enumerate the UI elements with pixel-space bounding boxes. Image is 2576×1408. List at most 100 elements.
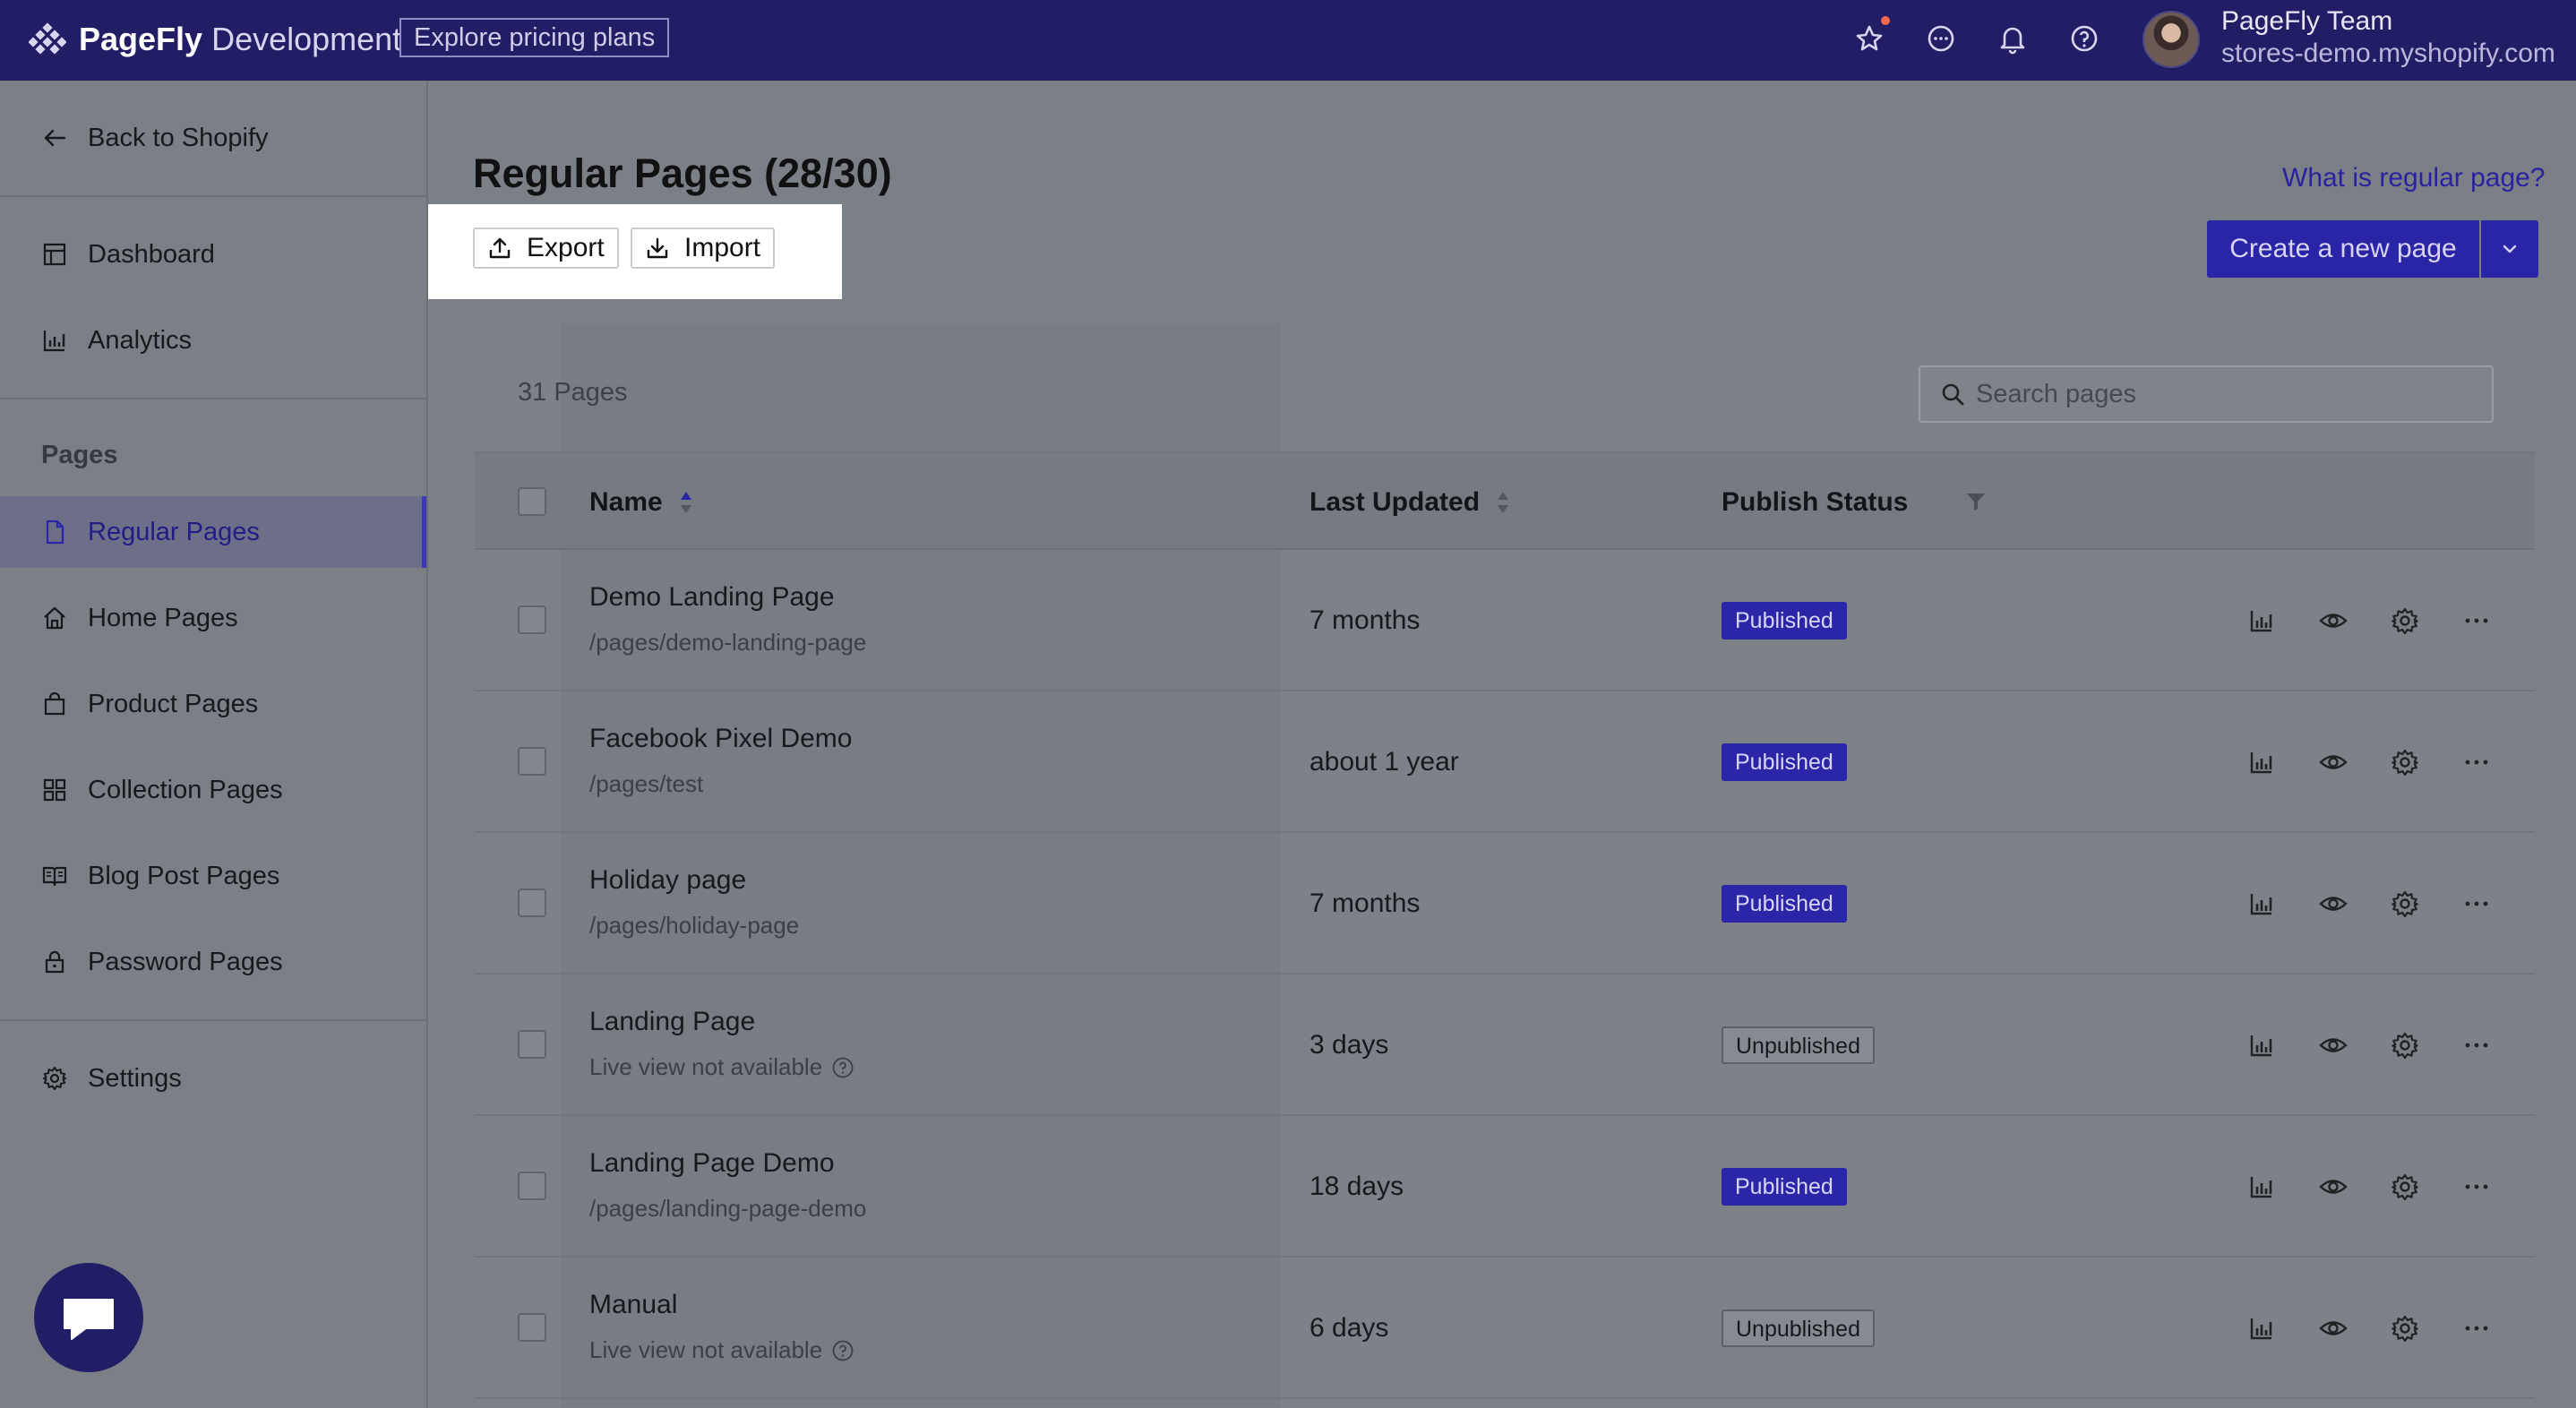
back-to-shopify-link[interactable]: Back to Shopify (0, 102, 426, 174)
sidebar-item-blog-post-pages[interactable]: Blog Post Pages (0, 840, 426, 912)
page-title-cell[interactable]: Facebook Pixel Demo (589, 724, 852, 754)
status-badge: Unpublished (1722, 1309, 1875, 1347)
last-updated-cell: 18 days (1309, 1172, 1404, 1201)
sidebar-item-analytics[interactable]: Analytics (0, 305, 426, 376)
last-updated-cell: 6 days (1309, 1313, 1389, 1343)
import-label: Import (684, 233, 761, 262)
bell-icon[interactable] (1994, 20, 2031, 57)
upload-icon (489, 237, 511, 259)
more-options-icon[interactable] (2461, 605, 2492, 636)
eye-icon[interactable] (2318, 747, 2348, 777)
analytics-icon[interactable] (2246, 1030, 2277, 1060)
export-label: Export (527, 233, 605, 262)
gear-icon[interactable] (2390, 1030, 2420, 1060)
sidebar-item-label: Password Pages (88, 947, 283, 976)
create-options-dropdown[interactable] (2481, 220, 2538, 278)
what-is-regular-page-link[interactable]: What is regular page? (2282, 163, 2546, 193)
sidebar-item-settings[interactable]: Settings (0, 1043, 426, 1114)
pages-table-card: 31 Pages Name Last Updated Publish Statu… (475, 324, 2535, 1408)
sort-icon (680, 492, 691, 513)
column-label: Name (589, 487, 663, 517)
analytics-icon[interactable] (2246, 747, 2277, 777)
create-new-page-button[interactable]: Create a new page (2207, 220, 2479, 278)
row-checkbox[interactable] (518, 1313, 546, 1342)
question-circle-icon[interactable] (831, 1056, 854, 1079)
live-chat-button[interactable] (34, 1263, 143, 1372)
table-row[interactable]: Landing Page Live view not available 3 d… (475, 974, 2535, 1116)
chat-bubble-icon (64, 1299, 114, 1340)
select-all-checkbox[interactable] (518, 487, 546, 516)
bag-icon (44, 691, 65, 716)
more-options-icon[interactable] (2461, 1172, 2492, 1202)
eye-icon[interactable] (2318, 1172, 2348, 1202)
gear-icon[interactable] (2390, 1313, 2420, 1344)
pages-count: 31 Pages (518, 378, 628, 407)
explore-pricing-button[interactable]: Explore pricing plans (399, 18, 670, 57)
eye-icon[interactable] (2318, 605, 2348, 636)
row-checkbox[interactable] (518, 747, 546, 776)
eye-icon[interactable] (2318, 1030, 2348, 1060)
page-title-cell[interactable]: Manual (589, 1290, 677, 1320)
help-icon[interactable] (2065, 20, 2103, 57)
gear-icon[interactable] (2390, 747, 2420, 777)
avatar[interactable] (2142, 11, 2200, 68)
analytics-icon[interactable] (2246, 889, 2277, 919)
sidebar-item-home-pages[interactable]: Home Pages (0, 582, 426, 654)
filter-icon[interactable] (1965, 491, 1987, 512)
import-button[interactable]: Import (631, 228, 776, 269)
table-row[interactable]: Facebook Pixel Demo /pages/test about 1 … (475, 691, 2535, 833)
row-checkbox[interactable] (518, 889, 546, 917)
team-name[interactable]: PageFly Team (2221, 5, 2392, 38)
grid-icon (43, 778, 66, 802)
table-row[interactable]: Landing Page Demo /pages/landing-page-de… (475, 1116, 2535, 1258)
more-options-icon[interactable] (2461, 889, 2492, 919)
page-url: /pages/test (589, 770, 703, 798)
chat-icon[interactable] (1922, 20, 1960, 57)
more-options-icon[interactable] (2461, 1030, 2492, 1060)
eye-icon[interactable] (2318, 889, 2348, 919)
page-title-cell[interactable]: Holiday page (589, 865, 746, 896)
sidebar-item-dashboard[interactable]: Dashboard (0, 219, 426, 290)
sidebar-item-product-pages[interactable]: Product Pages (0, 668, 426, 740)
more-options-icon[interactable] (2461, 747, 2492, 777)
home-icon (44, 606, 65, 630)
table-row[interactable]: Demo Landing Page /pages/demo-landing-pa… (475, 550, 2535, 691)
search-input[interactable] (1976, 379, 2477, 409)
gear-icon[interactable] (2390, 889, 2420, 919)
page-title-cell[interactable]: Landing Page Demo (589, 1148, 835, 1179)
analytics-icon[interactable] (2246, 1172, 2277, 1202)
top-bar: PageFly Development Explore pricing plan… (0, 0, 2576, 81)
analytics-icon[interactable] (2246, 1313, 2277, 1344)
row-checkbox[interactable] (518, 1172, 546, 1200)
page-title-cell[interactable]: Demo Landing Page (589, 582, 835, 613)
table-row[interactable]: Holiday page /pages/holiday-page 7 month… (475, 833, 2535, 974)
pagefly-logo-icon (29, 22, 66, 55)
page-title: Regular Pages (28/30) (473, 150, 892, 196)
sidebar-item-regular-pages[interactable]: Regular Pages (0, 496, 426, 568)
search-box[interactable] (1919, 365, 2494, 423)
gear-icon[interactable] (2390, 1172, 2420, 1202)
column-header-name[interactable]: Name (589, 487, 693, 518)
chevron-down-icon (2503, 245, 2517, 253)
sidebar-item-collection-pages[interactable]: Collection Pages (0, 754, 426, 826)
more-options-icon[interactable] (2461, 1313, 2492, 1344)
row-checkbox[interactable] (518, 1030, 546, 1059)
sidebar-item-label: Analytics (88, 325, 193, 355)
column-header-last-updated[interactable]: Last Updated (1309, 487, 1510, 518)
store-url[interactable]: stores-demo.myshopify.com (2221, 38, 2555, 70)
page-title-cell[interactable]: Landing Page (589, 1007, 755, 1037)
eye-icon[interactable] (2318, 1313, 2348, 1344)
dashboard-icon (43, 243, 66, 266)
gear-icon[interactable] (2390, 605, 2420, 636)
table-row[interactable]: Manual Live view not available 6 days Un… (475, 1258, 2535, 1399)
last-updated-cell: 7 months (1309, 605, 1421, 635)
lock-icon (45, 950, 64, 974)
brand-name: PageFly Development (79, 21, 402, 57)
divider (0, 398, 426, 399)
sidebar-item-label: Dashboard (88, 239, 215, 269)
question-circle-icon[interactable] (831, 1339, 854, 1362)
export-button[interactable]: Export (473, 228, 619, 269)
row-checkbox[interactable] (518, 605, 546, 634)
analytics-icon[interactable] (2246, 605, 2277, 636)
sidebar-item-password-pages[interactable]: Password Pages (0, 926, 426, 998)
